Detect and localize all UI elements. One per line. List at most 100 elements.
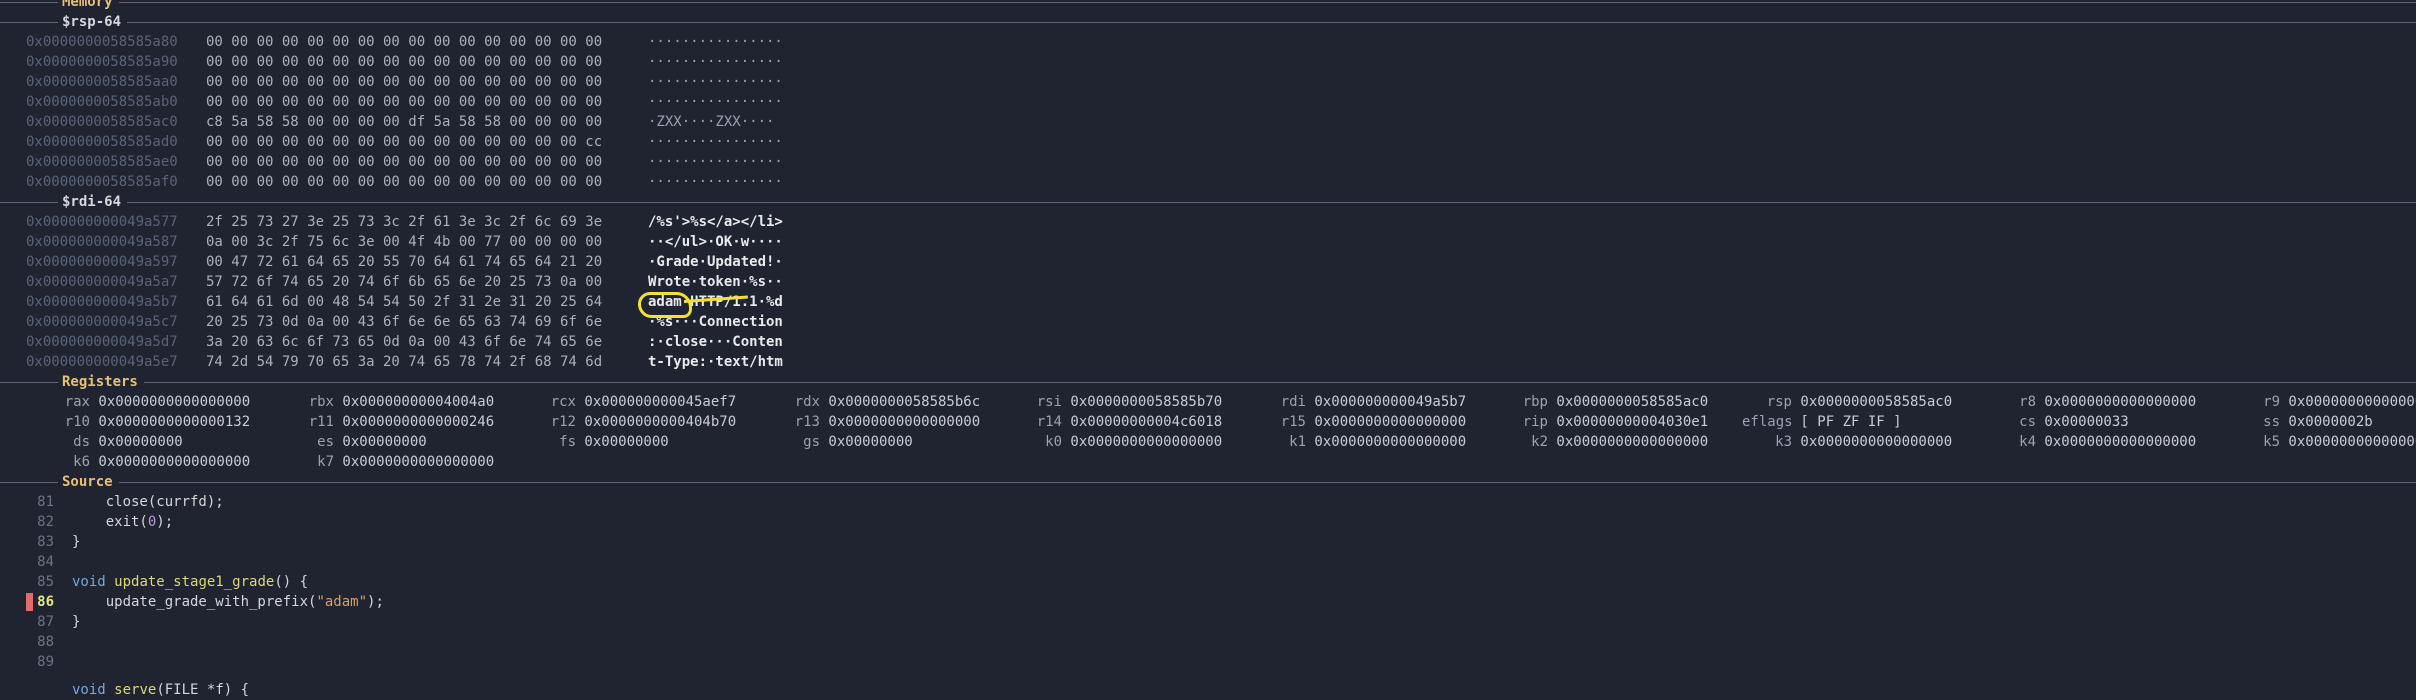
code-token: update_stage1_grade (114, 574, 275, 590)
memory-address[interactable]: 0x000000000049a5b7 (26, 292, 178, 312)
memory-hex-bytes: 2f 25 73 27 3e 25 73 3c 2f 61 3e 3c 2f 6… (206, 214, 603, 230)
register-k7[interactable]: k7 0x0000000000000000 (284, 452, 494, 472)
memory-ascii: ················ (648, 34, 783, 50)
register-r10[interactable]: r10 0x0000000000000132 (40, 412, 250, 432)
register-rbp[interactable]: rbp 0x0000000058585ac0 (1498, 392, 1708, 412)
rsp-block-header: $rsp-64 (0, 12, 2416, 32)
source-line[interactable]: 89 (0, 652, 900, 672)
register-rsp[interactable]: rsp 0x0000000058585ac0 (1742, 392, 1952, 412)
code-text: update_grade_with_prefix("adam"); (72, 592, 384, 612)
memory-hex-bytes: 00 00 00 00 00 00 00 00 00 00 00 00 00 0… (206, 154, 603, 170)
register-k2[interactable]: k2 0x0000000000000000 (1498, 432, 1708, 452)
memory-address[interactable]: 0x0000000058585a80 (26, 32, 178, 52)
source-line[interactable]: 88 (0, 632, 900, 652)
register-rdi[interactable]: rdi 0x000000000049a5b7 (1256, 392, 1466, 412)
memory-row: 0x000000000049a5a7 57 72 6f 74 65 20 74 6… (0, 272, 800, 292)
register-value: 0x00000000 (90, 434, 183, 450)
memory-hex-bytes: 00 47 72 61 64 65 20 55 70 64 61 74 65 6… (206, 254, 603, 270)
code-text: exit(0); (72, 512, 173, 532)
memory-address[interactable]: 0x000000000049a5d7 (26, 332, 178, 352)
register-value: 0x0000000000000000 (2288, 434, 2416, 450)
memory-address[interactable]: 0x000000000049a5c7 (26, 312, 178, 332)
memory-ascii: Wrote·token·%s·· (648, 274, 783, 290)
memory-row: 0x000000000049a5e7 74 2d 54 79 70 65 3a 2… (0, 352, 800, 372)
register-name: eflags (1742, 414, 1793, 430)
register-r13[interactable]: r13 0x0000000000000000 (770, 412, 980, 432)
code-token: exit( (72, 514, 148, 530)
memory-address[interactable]: 0x0000000058585aa0 (26, 72, 178, 92)
register-ss[interactable]: ss 0x0000002b (2230, 412, 2373, 432)
register-ds[interactable]: ds 0x00000000 (40, 432, 183, 452)
code-token: ); (367, 594, 384, 610)
memory-address[interactable]: 0x0000000058585ac0 (26, 112, 178, 132)
register-rdx[interactable]: rdx 0x0000000058585b6c (770, 392, 980, 412)
memory-address[interactable]: 0x0000000058585af0 (26, 172, 178, 192)
line-number: 82 (37, 514, 54, 530)
source-line[interactable]: 82 exit(0); (0, 512, 900, 532)
register-k5[interactable]: k5 0x0000000000000000 (2230, 432, 2416, 452)
register-k6[interactable]: k6 0x0000000000000000 (40, 452, 250, 472)
register-value: 0x0000000058585ac0 (1548, 394, 1709, 410)
source-line[interactable]: 83} (0, 532, 900, 552)
memory-address[interactable]: 0x0000000058585a90 (26, 52, 178, 72)
register-value: 0x0000000000000000 (1306, 434, 1467, 450)
register-k4[interactable]: k4 0x0000000000000000 (1986, 432, 2196, 452)
code-token: update_grade_with_prefix( (72, 594, 317, 610)
register-value: 0x0000000058585b70 (1062, 394, 1223, 410)
memory-address[interactable]: 0x000000000049a5e7 (26, 352, 178, 372)
register-name: rcx (550, 394, 576, 410)
register-r15[interactable]: r15 0x0000000000000000 (1256, 412, 1466, 432)
memory-hex-bytes: 00 00 00 00 00 00 00 00 00 00 00 00 00 0… (206, 34, 603, 50)
register-k0[interactable]: k0 0x0000000000000000 (1012, 432, 1222, 452)
register-r9[interactable]: r9 0x0000000000000000 (2230, 392, 2416, 412)
source-line[interactable]: 87} (0, 612, 900, 632)
register-r11[interactable]: r11 0x0000000000000246 (284, 412, 494, 432)
rsp-block-label: $rsp-64 (58, 12, 128, 32)
source-section-header: Source (0, 472, 2416, 492)
memory-row: 0x000000000049a597 00 47 72 61 64 65 20 5… (0, 252, 800, 272)
memory-address[interactable]: 0x0000000058585ae0 (26, 152, 178, 172)
register-k1[interactable]: k1 0x0000000000000000 (1256, 432, 1466, 452)
register-name: k0 (1045, 434, 1062, 450)
register-rbx[interactable]: rbx 0x00000000004004a0 (284, 392, 494, 412)
register-name: es (317, 434, 334, 450)
memory-ascii: t-Type:·text/htm (648, 354, 783, 370)
register-r8[interactable]: r8 0x0000000000000000 (1986, 392, 2196, 412)
register-rsi[interactable]: rsi 0x0000000058585b70 (1012, 392, 1222, 412)
memory-address[interactable]: 0x000000000049a587 (26, 232, 178, 252)
register-eflags[interactable]: eflags [ PF ZF IF ] (1742, 412, 1902, 432)
memory-address[interactable]: 0x0000000058585ab0 (26, 92, 178, 112)
register-value: 0x0000000000000000 (1062, 434, 1223, 450)
register-rip[interactable]: rip 0x00000000004030e1 (1498, 412, 1708, 432)
register-fs[interactable]: fs 0x00000000 (526, 432, 669, 452)
register-name: k6 (73, 454, 90, 470)
memory-row: 0x0000000058585a90 00 00 00 00 00 00 00 0… (0, 52, 800, 72)
register-value: 0x00000033 (2036, 414, 2129, 430)
memory-address[interactable]: 0x000000000049a5a7 (26, 272, 178, 292)
register-r14[interactable]: r14 0x00000000004c6018 (1012, 412, 1222, 432)
register-r12[interactable]: r12 0x0000000000404b70 (526, 412, 736, 432)
memory-address[interactable]: 0x000000000049a577 (26, 212, 178, 232)
register-gs[interactable]: gs 0x00000000 (770, 432, 913, 452)
memory-ascii: ················ (648, 54, 783, 70)
register-value: 0x0000000000000000 (90, 454, 251, 470)
register-es[interactable]: es 0x00000000 (284, 432, 427, 452)
source-line[interactable]: 86 update_grade_with_prefix("adam"); (0, 592, 900, 612)
memory-row: 0x000000000049a587 0a 00 3c 2f 75 6c 3e 0… (0, 232, 800, 252)
line-number: 81 (37, 494, 54, 510)
register-name: r11 (308, 414, 334, 430)
memory-address[interactable]: 0x0000000058585ad0 (26, 132, 178, 152)
register-rax[interactable]: rax 0x0000000000000000 (40, 392, 250, 412)
memory-ascii: /%s'>%s</a></li> (648, 214, 783, 230)
memory-address[interactable]: 0x000000000049a597 (26, 252, 178, 272)
register-name: rbx (308, 394, 334, 410)
source-line[interactable]: 81 close(currfd); (0, 492, 900, 512)
source-line[interactable]: 84 (0, 552, 900, 572)
register-k3[interactable]: k3 0x0000000000000000 (1742, 432, 1952, 452)
register-cs[interactable]: cs 0x00000033 (1986, 412, 2129, 432)
source-line[interactable]: void serve(FILE *f) { (0, 680, 900, 700)
source-line[interactable]: 85 void update_stage1_grade() { (0, 572, 900, 592)
register-value: 0x0000000000000000 (2036, 434, 2197, 450)
register-rcx[interactable]: rcx 0x000000000045aef7 (526, 392, 736, 412)
register-name: rip (1522, 414, 1548, 430)
